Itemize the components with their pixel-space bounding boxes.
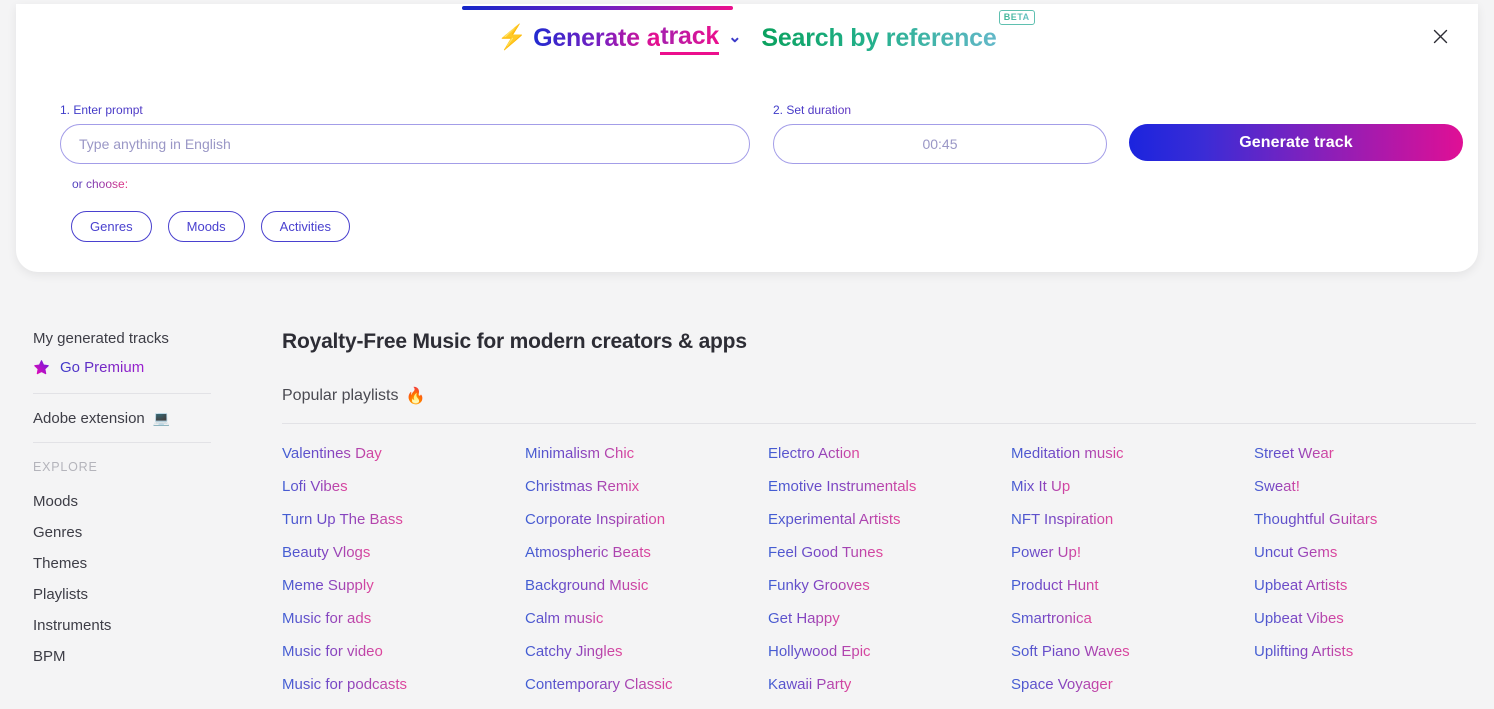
close-icon [1433,29,1447,43]
sidebar-item-genres[interactable]: Genres [33,517,213,548]
playlist-link[interactable]: Sweat! [1254,470,1300,503]
playlist-link[interactable]: Music for ads [282,602,371,635]
tab-search-label: Search by reference BETA [761,10,1035,53]
sidebar: My generated tracks Go Premium Adobe ext… [33,330,213,672]
playlist-link[interactable]: Upbeat Artists [1254,569,1347,602]
bolt-icon: ⚡ [497,24,528,51]
playlist-column-3: Electro Action Emotive Instrumentals Exp… [768,437,1011,701]
sidebar-item-themes[interactable]: Themes [33,548,213,579]
playlist-grid: Valentines Day Lofi Vibes Turn Up The Ba… [282,437,1476,701]
sidebar-premium-label: Go Premium [60,359,145,376]
or-choose-label: or choose: [72,177,129,191]
playlist-link[interactable]: Feel Good Tunes [768,536,883,569]
sidebar-item-adobe-extension[interactable]: Adobe extension 💻 [33,394,213,442]
playlist-link[interactable]: Uncut Gems [1254,536,1337,569]
playlist-link[interactable]: Get Happy [768,602,840,635]
playlist-link[interactable]: Beauty Vlogs [282,536,370,569]
sidebar-item-moods[interactable]: Moods [33,486,213,517]
playlist-link[interactable]: Meme Supply [282,569,374,602]
sidebar-adobe-label: Adobe extension [33,410,145,427]
popular-playlists-label: Popular playlists [282,387,399,404]
laptop-icon: 💻 [152,410,171,426]
tab-search-by-reference[interactable]: Search by reference BETA [761,10,1035,53]
playlist-link[interactable]: Upbeat Vibes [1254,602,1344,635]
playlist-link[interactable]: Hollywood Epic [768,635,871,668]
chip-genres[interactable]: Genres [71,211,152,242]
duration-input[interactable] [773,124,1107,164]
main-content: Royalty-Free Music for modern creators &… [282,330,1476,701]
duration-field-group: 2. Set duration [773,103,1107,164]
playlist-link[interactable]: Electro Action [768,437,860,470]
playlist-link[interactable]: Catchy Jingles [525,635,623,668]
close-button[interactable] [1428,24,1452,48]
playlist-link[interactable]: Corporate Inspiration [525,503,665,536]
playlist-link[interactable]: Emotive Instrumentals [768,470,916,503]
duration-label: 2. Set duration [773,103,1107,117]
playlist-link[interactable]: Experimental Artists [768,503,901,536]
playlist-link[interactable]: Turn Up The Bass [282,503,403,536]
prompt-label: 1. Enter prompt [60,103,750,117]
playlist-link[interactable]: Valentines Day [282,437,382,470]
playlist-link[interactable]: Music for podcasts [282,668,407,701]
playlist-link[interactable]: Power Up! [1011,536,1081,569]
tab-generate-label: Generate a [533,24,661,52]
playlist-link[interactable]: Product Hunt [1011,569,1099,602]
playlist-link[interactable]: Funky Grooves [768,569,870,602]
generator-modal-card: ⚡ Generate a track ⌄ Search by reference… [16,4,1478,272]
fire-icon: 🔥 [405,388,426,405]
playlist-column-1: Valentines Day Lofi Vibes Turn Up The Ba… [282,437,525,701]
chip-moods[interactable]: Moods [167,211,245,242]
playlist-link[interactable]: Space Voyager [1011,668,1113,701]
playlist-link[interactable]: Contemporary Classic [525,668,673,701]
chevron-down-icon[interactable]: ⌄ [728,27,741,47]
playlist-link[interactable]: Christmas Remix [525,470,639,503]
playlist-column-2: Minimalism Chic Christmas Remix Corporat… [525,437,768,701]
playlist-link[interactable]: Thoughtful Guitars [1254,503,1377,536]
chip-activities[interactable]: Activities [260,211,350,242]
playlist-link[interactable]: Atmospheric Beats [525,536,651,569]
sidebar-item-my-generated-tracks[interactable]: My generated tracks [33,330,213,347]
playlist-link[interactable]: NFT Inspiration [1011,503,1113,536]
content-divider [282,423,1476,424]
playlist-link[interactable]: Calm music [525,602,603,635]
playlist-link[interactable]: Soft Piano Waves [1011,635,1130,668]
playlist-link[interactable]: Smartronica [1011,602,1092,635]
sidebar-item-go-premium[interactable]: Go Premium [33,359,213,376]
playlist-column-5: Street Wear Sweat! Thoughtful Guitars Un… [1254,437,1494,701]
sidebar-item-instruments[interactable]: Instruments [33,610,213,641]
playlist-link[interactable]: Uplifting Artists [1254,635,1353,668]
prompt-field-group: 1. Enter prompt [60,103,750,164]
active-tab-indicator [462,6,733,10]
sidebar-item-bpm[interactable]: BPM [33,641,213,672]
generate-track-button[interactable]: Generate track [1129,124,1463,161]
tab-search-text: Search by reference [761,24,997,52]
modal-tabs: ⚡ Generate a track ⌄ Search by reference… [16,10,1478,55]
playlist-link[interactable]: Lofi Vibes [282,470,348,503]
page-title: Royalty-Free Music for modern creators &… [282,330,747,353]
playlist-link[interactable]: Music for video [282,635,383,668]
popular-playlists-heading: Popular playlists 🔥 [282,386,1476,406]
playlist-link[interactable]: Background Music [525,569,648,602]
playlist-column-4: Meditation music Mix It Up NFT Inspirati… [1011,437,1254,701]
playlist-link[interactable]: Minimalism Chic [525,437,634,470]
playlist-link[interactable]: Mix It Up [1011,470,1070,503]
prompt-input[interactable] [60,124,750,164]
tab-generate-track[interactable]: ⚡ Generate a track ⌄ [497,22,742,55]
beta-badge: BETA [998,10,1035,25]
playlist-link[interactable]: Street Wear [1254,437,1334,470]
tab-generate-emphasis: track [660,22,719,55]
playlist-link[interactable]: Kawaii Party [768,668,851,701]
sidebar-explore-heading: EXPLORE [33,460,98,474]
sidebar-item-playlists[interactable]: Playlists [33,579,213,610]
star-icon [34,360,49,375]
choose-category-chips: Genres Moods Activities [71,211,350,242]
playlist-link[interactable]: Meditation music [1011,437,1124,470]
